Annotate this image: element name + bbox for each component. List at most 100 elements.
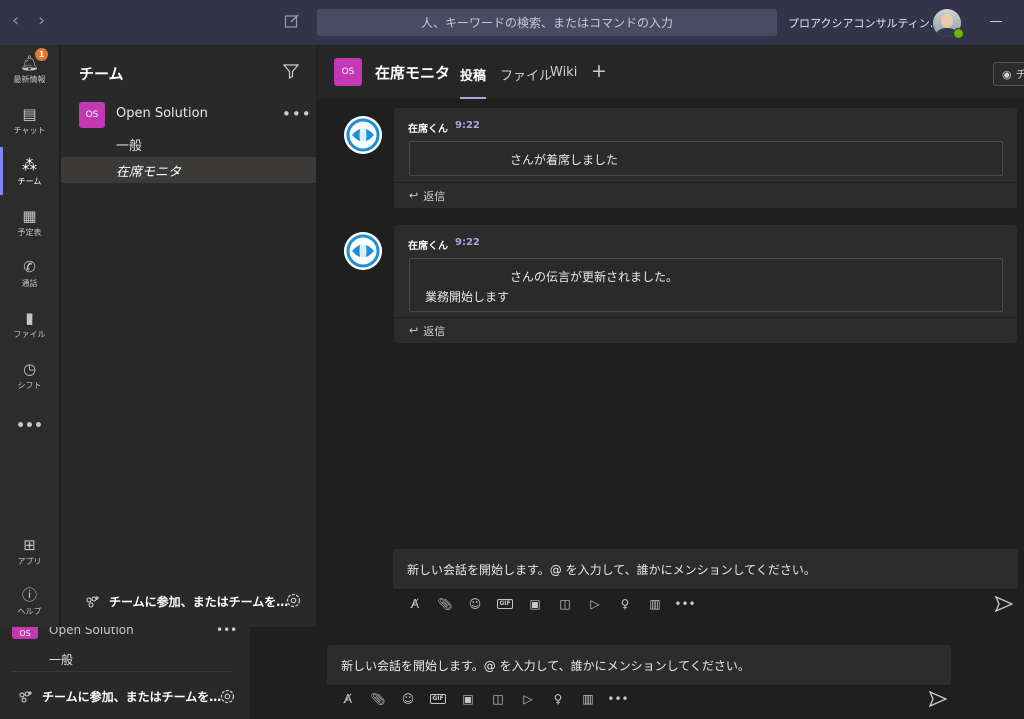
bg-team-tile[interactable]: OS [12,627,38,639]
emoji-icon[interactable]: ☺ [393,689,423,709]
add-team-icon [19,690,32,702]
channel-general[interactable]: 一般 [116,135,142,154]
presence-available-icon [953,28,964,39]
teams-list-panel: チーム OS Open Solution ••• 一般 在席モニタ チームに参加… [61,45,316,627]
compose-box[interactable]: 新しい会話を開始します。@ を入力して、誰かにメンションしてください。 [393,549,1018,589]
add-tab-icon[interactable]: + [591,60,607,82]
compose-toolbar: A̸ 📎︎ ☺ GIF ▣ ◫ ▷ ♀ ▥ ••• [400,594,700,614]
tab-posts[interactable]: 投稿 [460,65,486,84]
tab-wiki[interactable]: Wiki [550,65,577,80]
channel-team-avatar: OS [334,58,362,86]
format-icon[interactable]: A̸ [400,594,430,614]
emoji-icon[interactable]: ☺ [460,594,490,614]
rail-item-calendar[interactable]: ▦ 予定表 [0,198,59,246]
apps-icon: ⊞ [23,535,36,554]
message-text: さんが着席しました [510,153,619,167]
title-bar: ‹ › 人、キーワードの検索、またはコマンドの入力 プロアクシアコンサルティン…… [0,0,1024,45]
minimize-icon[interactable] [990,21,1002,22]
gif-icon[interactable]: GIF [423,689,453,709]
rail-label: ファイル [13,329,46,339]
rail-label: アプリ [17,556,42,566]
attach-icon[interactable]: 📎︎ [363,689,393,709]
bg-channel-general[interactable]: 一般 [49,651,73,668]
chat-icon: ▤ [22,104,37,123]
team-avatar: OS [79,102,105,128]
rail-item-chat[interactable]: ▤ チャット [0,96,59,144]
meet-now-icon[interactable]: ◫ [483,689,513,709]
praise-icon[interactable]: ♀ [543,689,573,709]
reply-button[interactable]: ↩ 返信 [394,182,1017,208]
notification-badge: 1 [35,48,48,61]
meet-now-icon[interactable]: ◫ [550,594,580,614]
file-icon: ▮ [25,308,34,327]
rail-item-apps[interactable]: ⊞ アプリ [0,527,59,575]
settings-gear-icon[interactable] [285,592,302,609]
rail-item-files[interactable]: ▮ ファイル [0,300,59,348]
search-input[interactable]: 人、キーワードの検索、またはコマンドの入力 [317,9,777,36]
bg-compose-box[interactable]: 新しい会話を開始します。@ を入力して、誰かにメンションしてください。 [327,645,951,685]
team-more-icon[interactable]: ••• [282,105,312,123]
message-card: 在席くん 9:22 さんが着席しました ↩ 返信 [394,108,1017,208]
bot-avatar [344,116,382,154]
calendar-icon: ▦ [22,206,37,225]
message-timestamp: 9:22 [455,120,480,131]
shifts-icon: ◷ [22,359,37,378]
channel-zaiseki-monitor[interactable]: 在席モニタ [116,161,181,180]
message-text: さんの伝言が更新されました。 [510,270,679,284]
stream-icon[interactable]: ▷ [580,594,610,614]
send-icon[interactable] [995,596,1013,612]
reply-button[interactable]: ↩ 返信 [394,317,1017,343]
bg-divider [12,671,232,672]
rail-item-activity[interactable]: 🔔︎ 最新情報 1 [0,45,59,93]
bot-avatar [344,232,382,270]
app-rail: 🔔︎ 最新情報 1 ▤ チャット ⁂ チーム ▦ 予定表 ✆ 通話 ▮ ファイル… [0,45,59,627]
gif-icon[interactable]: GIF [490,594,520,614]
message-timestamp: 9:22 [455,237,480,248]
join-team-button[interactable]: チームに参加、またはチームを… [85,593,288,610]
compose-icon[interactable] [284,13,300,29]
rail-item-calls[interactable]: ✆ 通話 [0,249,59,297]
format-icon[interactable]: A̸ [333,689,363,709]
background-teams-panel: OS Open Solution ••• 一般 チームに参加、またはチームを… [0,623,250,719]
active-tab-indicator [460,97,486,99]
more-options-icon[interactable]: ••• [670,594,700,614]
message-card: 在席くん 9:22 さんの伝言が更新されました。 業務開始します ↩ 返信 [394,225,1017,343]
tab-files[interactable]: ファイル [500,65,552,84]
reply-icon: ↩ [409,324,419,337]
channel-header: OS 在席モニタ 投稿 ファイル Wiki + ◉ チ [317,45,1024,100]
planner-icon[interactable]: ▥ [640,594,670,614]
adaptive-card: さんが着席しました [409,141,1003,176]
bg-compose-toolbar: A̸ 📎︎ ☺ GIF ▣ ◫ ▷ ♀ ▥ ••• [333,689,633,709]
reply-label: 返信 [423,324,446,338]
filter-icon[interactable] [283,63,299,79]
join-team-label: チームに参加、またはチームを… [109,595,289,609]
add-team-icon [86,595,99,607]
eye-icon: ◉ [1002,67,1012,81]
bg-join-team-button[interactable]: チームに参加、またはチームを… [18,688,221,705]
back-icon[interactable]: ‹ [12,10,19,31]
rail-label: ヘルプ [17,606,42,616]
sticker-icon[interactable]: ▣ [453,689,483,709]
bg-settings-gear-icon[interactable] [219,688,236,705]
praise-icon[interactable]: ♀ [610,594,640,614]
more-options-icon[interactable]: ••• [603,689,633,709]
attach-icon[interactable]: 📎︎ [430,594,460,614]
org-switcher[interactable]: プロアクシアコンサルティン…⌄ [788,15,954,31]
channel-title: 在席モニタ [375,64,451,82]
forward-icon[interactable]: › [38,10,45,31]
bg-send-icon[interactable] [929,691,947,707]
rail-more-apps[interactable]: ••• [0,402,59,450]
help-icon: ⓘ [21,585,37,604]
rail-label: チャット [13,125,46,135]
message-author: 在席くん [408,124,448,135]
sticker-icon[interactable]: ▣ [520,594,550,614]
watch-channel-button[interactable]: ◉ チ [993,62,1024,86]
reply-icon: ↩ [409,189,419,202]
rail-item-help[interactable]: ⓘ ヘルプ [0,577,59,625]
rail-item-teams[interactable]: ⁂ チーム [0,147,59,195]
team-name[interactable]: Open Solution [116,106,208,121]
stream-icon[interactable]: ▷ [513,689,543,709]
planner-icon[interactable]: ▥ [573,689,603,709]
rail-item-shifts[interactable]: ◷ シフト [0,351,59,399]
rail-label: 通話 [21,278,38,288]
